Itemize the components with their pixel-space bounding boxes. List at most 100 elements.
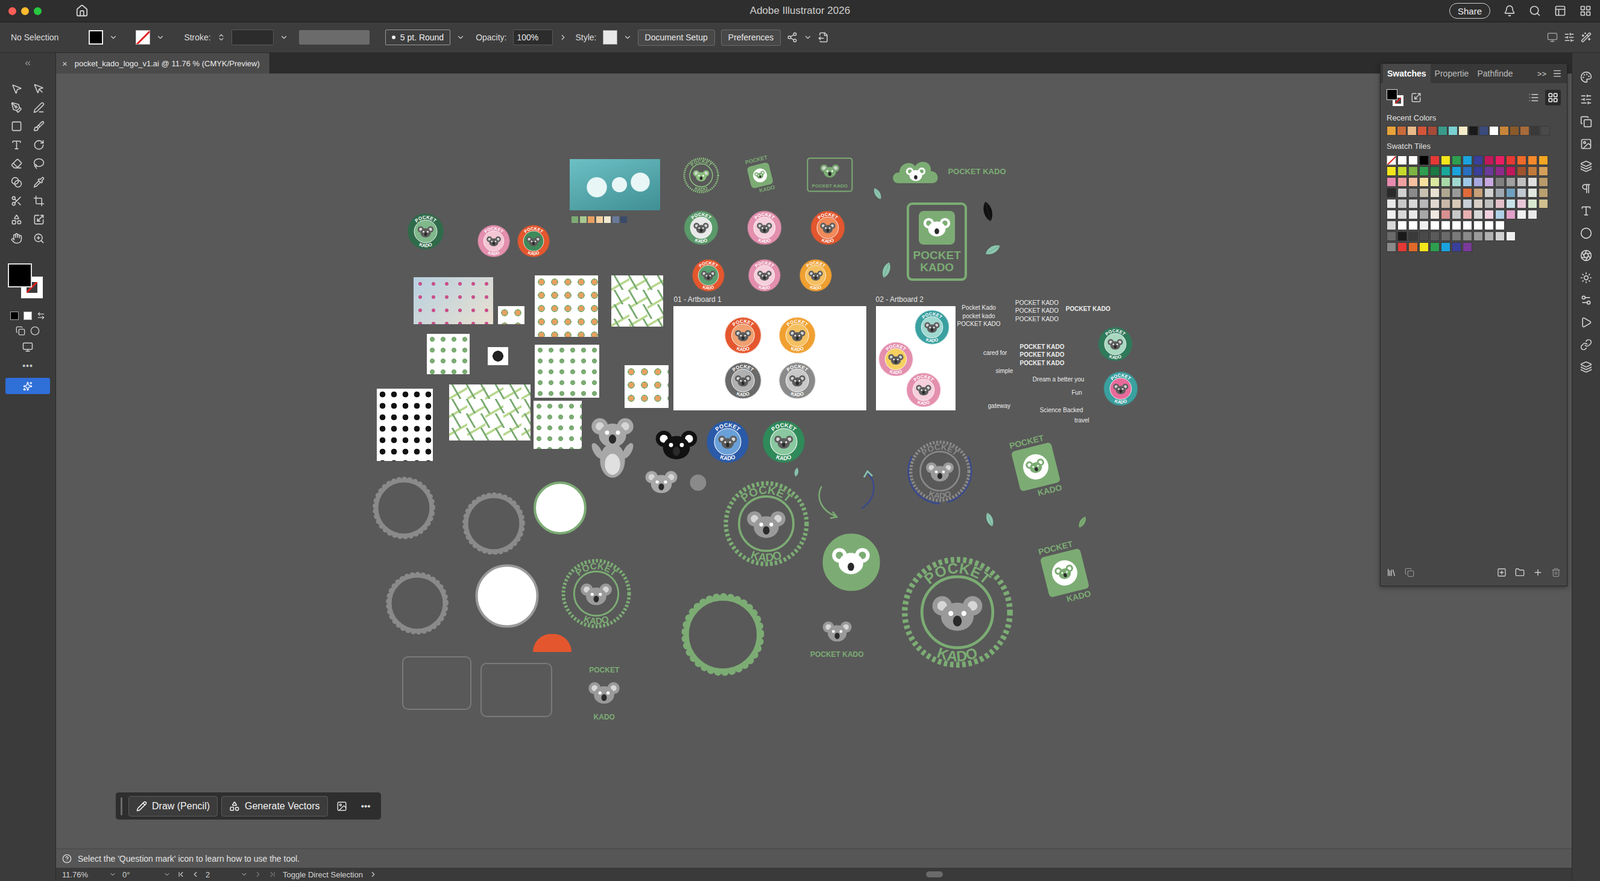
last-artboard-icon[interactable] bbox=[268, 870, 277, 879]
swap-icon[interactable] bbox=[36, 311, 46, 321]
cloud-logo[interactable]: POCKET KADO bbox=[892, 156, 1006, 186]
fill-box[interactable] bbox=[7, 263, 32, 288]
swatch-tile[interactable] bbox=[1538, 198, 1549, 209]
canvas-text[interactable]: POCKET KADO bbox=[1015, 315, 1059, 324]
transparency-panel-icon[interactable] bbox=[1580, 271, 1593, 284]
hand-tool-icon[interactable] bbox=[10, 232, 23, 245]
swatch-tile[interactable] bbox=[1397, 209, 1408, 220]
orange-half-circle[interactable] bbox=[532, 634, 572, 653]
koala-circle[interactable] bbox=[822, 533, 881, 591]
swatch-tile[interactable] bbox=[1495, 220, 1505, 231]
swatch-tile[interactable] bbox=[1429, 188, 1440, 198]
logo-badge[interactable]: POCKETKADO bbox=[517, 224, 550, 257]
logo-badge[interactable]: POCKETKADO bbox=[810, 210, 846, 246]
next-artboard-icon[interactable] bbox=[253, 870, 263, 879]
logo-badge[interactable]: POCKETKADO bbox=[778, 362, 816, 400]
canvas-text[interactable]: POCKET KADO bbox=[1015, 307, 1059, 315]
logo-badge[interactable]: POCKETKADO bbox=[748, 259, 781, 292]
swatch-tile[interactable] bbox=[1408, 188, 1418, 198]
palette-chip[interactable] bbox=[587, 216, 595, 224]
swatch-tile[interactable] bbox=[1419, 166, 1429, 177]
palette-chip[interactable] bbox=[571, 216, 579, 224]
swatch-tile[interactable] bbox=[1429, 155, 1440, 166]
gray-dot[interactable] bbox=[689, 474, 706, 491]
draw-behind-icon[interactable] bbox=[30, 326, 40, 336]
canvas-text[interactable]: Pocket Kado bbox=[961, 304, 996, 312]
artboard-label[interactable]: 01 - Artboard 1 bbox=[673, 295, 722, 304]
swatch-tile[interactable] bbox=[1408, 198, 1418, 209]
reference-image[interactable] bbox=[534, 275, 599, 338]
swatch-tile[interactable] bbox=[1429, 177, 1440, 187]
folder-icon[interactable] bbox=[1514, 567, 1525, 578]
recent-swatch[interactable] bbox=[1509, 125, 1520, 136]
swatch-tile[interactable] bbox=[1386, 209, 1397, 220]
swatch-tile[interactable] bbox=[1505, 209, 1516, 220]
swatch-tile[interactable] bbox=[1462, 209, 1473, 220]
swatch-tile[interactable] bbox=[1429, 166, 1440, 177]
artboard-chevron-icon[interactable] bbox=[240, 871, 248, 879]
canvas-text[interactable]: pocket kado bbox=[962, 312, 996, 321]
logo-badge[interactable]: POCKETKADO bbox=[762, 420, 806, 464]
gradient-tool-icon[interactable] bbox=[10, 176, 23, 189]
swatch-tile[interactable] bbox=[1462, 177, 1473, 187]
scallop-ring[interactable] bbox=[680, 593, 765, 678]
opacity-arrow-icon[interactable] bbox=[558, 33, 568, 42]
share-button[interactable]: Share bbox=[1449, 3, 1491, 19]
swatch-tile[interactable] bbox=[1408, 177, 1418, 187]
none-swatch[interactable] bbox=[1386, 155, 1397, 166]
reference-image[interactable] bbox=[376, 388, 433, 462]
fill-swatch[interactable] bbox=[88, 30, 104, 45]
swatch-tile[interactable] bbox=[1440, 209, 1451, 220]
canvas-text[interactable]: gateway bbox=[988, 402, 1011, 410]
swatch-tile[interactable] bbox=[1429, 231, 1440, 242]
workspace-icon[interactable] bbox=[1554, 4, 1567, 17]
palette-chip[interactable] bbox=[604, 216, 611, 224]
curvature-tool-icon[interactable] bbox=[33, 101, 45, 114]
swatch-tile[interactable] bbox=[1451, 198, 1462, 209]
rotation-chevron-icon[interactable] bbox=[163, 871, 171, 879]
recent-swatch[interactable] bbox=[1530, 125, 1540, 136]
logo-badge[interactable]: POCKETKADO bbox=[683, 210, 719, 246]
white-scallop-circle[interactable] bbox=[475, 564, 539, 628]
swatch-tile[interactable] bbox=[1484, 209, 1494, 220]
leaf-icon[interactable] bbox=[982, 511, 998, 530]
view-toggle[interactable] bbox=[1525, 89, 1542, 106]
swatch-tile[interactable] bbox=[1505, 166, 1516, 177]
type-tool-icon[interactable] bbox=[10, 139, 23, 151]
search-icon[interactable] bbox=[1528, 4, 1541, 17]
canvas-text[interactable]: Dream a better you bbox=[1032, 376, 1085, 384]
swatch-tile[interactable] bbox=[1408, 220, 1418, 231]
scale-tool-icon[interactable] bbox=[33, 214, 45, 226]
leaf-icon[interactable] bbox=[877, 260, 895, 281]
logo-badge[interactable]: POCKETKADO bbox=[407, 213, 445, 251]
graphic-styles-icon[interactable] bbox=[1580, 249, 1593, 262]
palette-chip[interactable] bbox=[620, 216, 627, 224]
swatch-tile[interactable] bbox=[1397, 177, 1408, 187]
swatch-tile[interactable] bbox=[1440, 155, 1451, 166]
swatch-tile[interactable] bbox=[1527, 177, 1538, 187]
palette-chip[interactable] bbox=[579, 216, 587, 224]
swatch-tile[interactable] bbox=[1451, 177, 1462, 187]
swatch-tile[interactable] bbox=[1473, 188, 1484, 198]
swatch-tile[interactable] bbox=[1495, 155, 1505, 166]
panel-overflow[interactable]: >> bbox=[1537, 69, 1547, 79]
generate-vectors-button[interactable]: Generate Vectors bbox=[221, 796, 328, 817]
swatch-tile[interactable] bbox=[1386, 231, 1397, 242]
swatch-tile[interactable] bbox=[1484, 177, 1494, 187]
collapse-icon[interactable] bbox=[23, 59, 32, 68]
zoom-tool-icon[interactable] bbox=[33, 232, 45, 245]
recent-swatch[interactable] bbox=[1540, 125, 1550, 136]
swatch-tile[interactable] bbox=[1408, 231, 1418, 242]
fill-chevron-icon[interactable] bbox=[109, 33, 118, 42]
swatch-tile[interactable] bbox=[1505, 177, 1516, 187]
swatch-tile[interactable] bbox=[1527, 198, 1538, 209]
canvas-text[interactable]: Science Backed bbox=[1039, 406, 1084, 415]
eyedropper-tool-icon[interactable] bbox=[33, 176, 45, 189]
recent-swatch[interactable] bbox=[1458, 125, 1468, 136]
logo-badge[interactable]: POCKETKADO bbox=[722, 479, 811, 568]
swatch-tile[interactable] bbox=[1451, 188, 1462, 198]
brush-chevron-icon[interactable] bbox=[456, 33, 465, 42]
frame-logo[interactable]: POCKET KADO bbox=[807, 157, 853, 192]
minimize-dot[interactable] bbox=[21, 7, 29, 16]
swatch-tile[interactable] bbox=[1386, 166, 1397, 177]
